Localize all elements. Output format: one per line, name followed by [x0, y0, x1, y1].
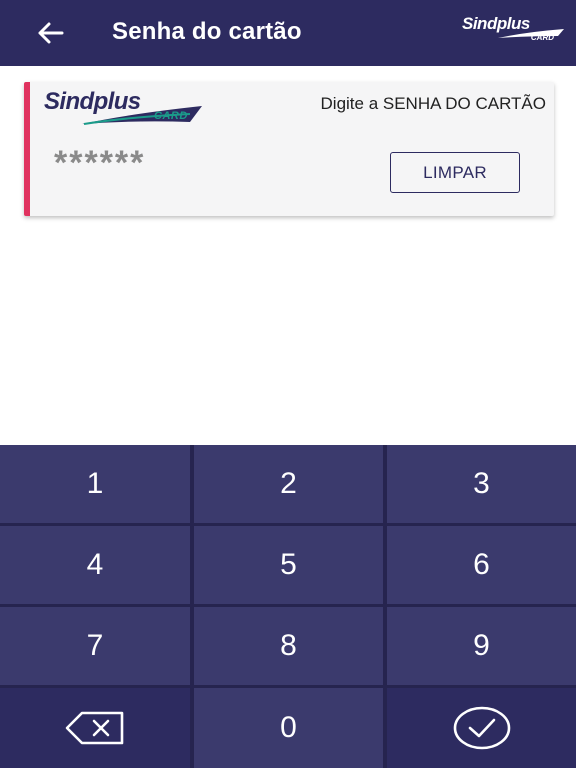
confirm-button[interactable] [387, 688, 576, 768]
backspace-button[interactable] [0, 688, 190, 768]
key-7[interactable]: 7 [0, 607, 190, 685]
key-2[interactable]: 2 [194, 445, 383, 523]
key-6[interactable]: 6 [387, 526, 576, 604]
header-logo: Sindplus CARD [460, 14, 568, 48]
key-1[interactable]: 1 [0, 445, 190, 523]
page-title: Senha do cartão [112, 18, 302, 45]
header-logo-sub: CARD [530, 33, 554, 42]
password-prompt: Digite a SENHA DO CARTÃO [320, 94, 546, 113]
back-button[interactable] [30, 15, 70, 51]
password-display: ****** [54, 144, 146, 182]
app-screen: Senha do cartão Sindplus CARD Sindplus C… [0, 0, 576, 768]
numeric-keypad: 1 2 3 4 5 6 7 8 9 0 [0, 445, 576, 768]
key-8[interactable]: 8 [194, 607, 383, 685]
password-card: Sindplus CARD Digite a SENHA DO CARTÃO *… [24, 82, 554, 216]
key-3[interactable]: 3 [387, 445, 576, 523]
key-9[interactable]: 9 [387, 607, 576, 685]
key-5[interactable]: 5 [194, 526, 383, 604]
check-circle-icon [453, 706, 510, 750]
backspace-icon [65, 711, 124, 745]
card-logo-sub: CARD [154, 110, 188, 122]
arrow-left-icon [38, 22, 64, 44]
card-logo: Sindplus CARD [42, 88, 204, 128]
clear-button[interactable]: LIMPAR [390, 152, 520, 193]
key-4[interactable]: 4 [0, 526, 190, 604]
app-header: Senha do cartão Sindplus CARD [0, 0, 576, 66]
key-0[interactable]: 0 [194, 688, 383, 768]
